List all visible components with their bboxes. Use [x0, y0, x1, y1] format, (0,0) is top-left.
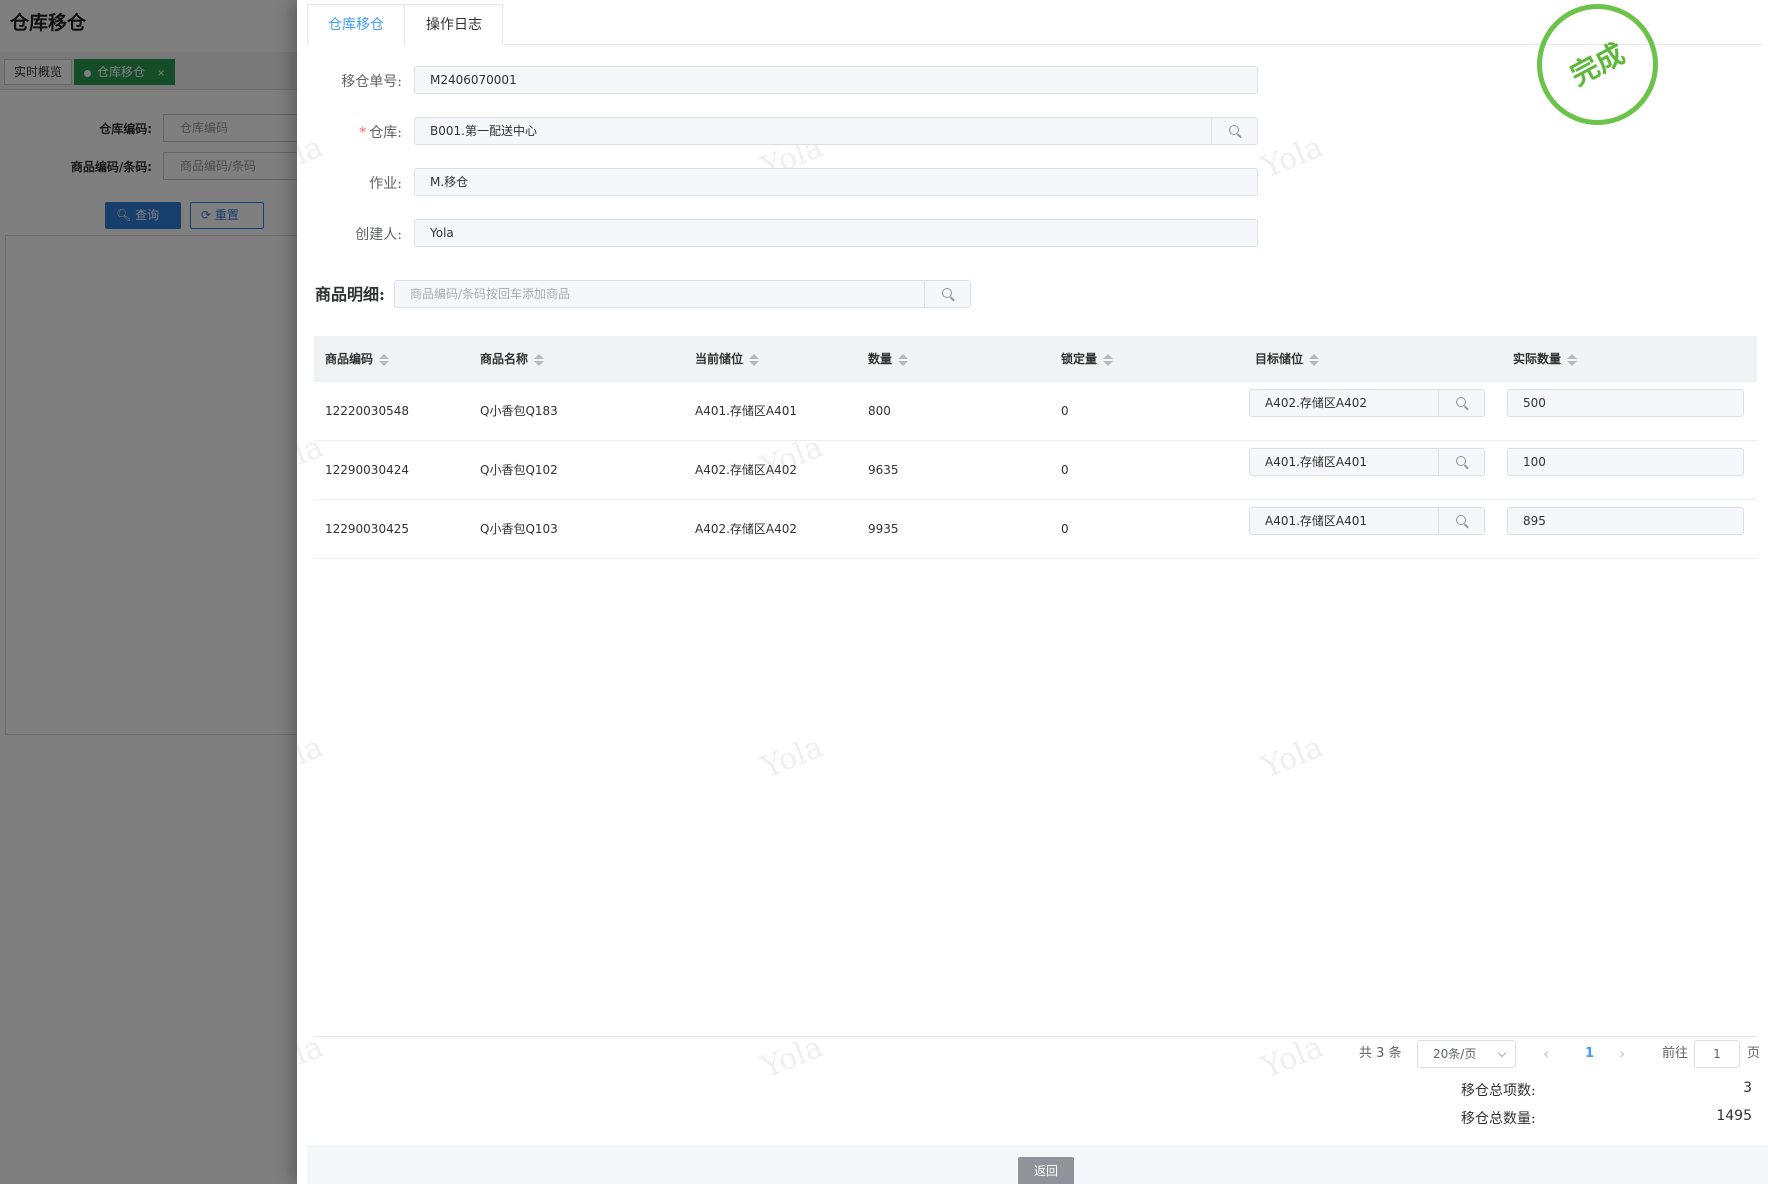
completed-stamp: 完成 [1537, 4, 1658, 125]
product-search-button[interactable] [924, 281, 970, 307]
cell-code: 12290030424 [325, 463, 409, 477]
transfer-detail-drawer: Yola Yola Yola Yola Yola Yola Yola Yola … [297, 0, 1768, 1184]
divider [314, 1036, 1757, 1037]
column-header[interactable]: 当前储位 [695, 336, 760, 382]
task-field[interactable]: M.移仓 [414, 168, 1258, 196]
cell-name: Q小香包Q103 [480, 522, 558, 536]
watermark: Yola [756, 729, 829, 786]
pagination-total: 共 3 条 [1359, 1046, 1402, 1061]
creator-label: 创建人: [355, 227, 402, 243]
cell-locked: 0 [1061, 463, 1069, 477]
total-items-value: 3 [1743, 1080, 1752, 1096]
warehouse-field[interactable]: B001.第一配送中心 [414, 117, 1258, 145]
table-row: 12220030548 Q小香包Q183 A401.存储区A401 800 0 … [314, 382, 1757, 441]
search-icon [1229, 125, 1239, 135]
sort-icon[interactable] [379, 353, 390, 366]
search-icon [942, 288, 952, 298]
search-icon [1456, 397, 1466, 407]
prev-page-button[interactable]: ‹ [1543, 1040, 1549, 1068]
target-location-search-button[interactable] [1438, 508, 1484, 534]
product-search-placeholder: 商品编码/条码按回车添加商品 [410, 287, 571, 301]
cell-code: 12290030425 [325, 522, 409, 536]
cell-current-location: A402.存储区A402 [695, 463, 798, 477]
sort-icon[interactable] [1309, 353, 1320, 366]
target-location-input[interactable]: A401.存储区A401 [1249, 448, 1485, 476]
footer-bar: 返回 [307, 1146, 1768, 1184]
sort-icon[interactable] [749, 353, 760, 366]
actual-qty-input[interactable]: 895 [1507, 507, 1744, 535]
search-icon [1456, 456, 1466, 466]
table-header: 商品编码 商品名称 当前储位 数量 锁定量 目标储位 实际数量 [314, 336, 1757, 382]
cell-name: Q小香包Q102 [480, 463, 558, 477]
cell-locked: 0 [1061, 404, 1069, 418]
product-search-input[interactable]: 商品编码/条码按回车添加商品 [394, 280, 971, 308]
table-row: 12290030425 Q小香包Q103 A402.存储区A402 9935 0… [314, 500, 1757, 559]
column-header[interactable]: 目标储位 [1255, 336, 1320, 382]
column-header[interactable]: 锁定量 [1061, 336, 1114, 382]
cell-qty: 800 [868, 404, 891, 418]
sort-icon[interactable] [1103, 353, 1114, 366]
back-button[interactable]: 返回 [1018, 1157, 1074, 1184]
column-header[interactable]: 商品名称 [480, 336, 545, 382]
warehouse-value: B001.第一配送中心 [430, 124, 537, 138]
page-number-current[interactable]: 1 [1585, 1040, 1594, 1068]
watermark: Yola [756, 1029, 829, 1086]
watermark: Yola [1256, 1029, 1329, 1086]
sort-icon[interactable] [898, 353, 909, 366]
sort-icon[interactable] [534, 353, 545, 366]
goto-page-input[interactable]: 1 [1694, 1040, 1740, 1068]
target-location-search-button[interactable] [1438, 449, 1484, 475]
cell-code: 12220030548 [325, 404, 409, 418]
tab-operation-log[interactable]: 操作日志 [406, 4, 503, 45]
watermark: Yola [297, 729, 329, 786]
table-row: 12290030424 Q小香包Q102 A402.存储区A402 9635 0… [314, 441, 1757, 500]
actual-qty-input[interactable]: 100 [1507, 448, 1744, 476]
product-detail-label: 商品明细: [315, 285, 385, 304]
column-header[interactable]: 商品编码 [325, 336, 390, 382]
required-marker: * [359, 125, 367, 141]
total-qty-label: 移仓总数量: [1461, 1111, 1536, 1127]
page-size-select[interactable]: 20条/页 [1417, 1040, 1516, 1068]
warehouse-search-button[interactable] [1211, 118, 1257, 144]
order-no-label: 移仓单号: [341, 74, 402, 90]
target-location-input[interactable]: A402.存储区A402 [1249, 389, 1485, 417]
column-header[interactable]: 实际数量 [1513, 336, 1578, 382]
watermark: Yola [1256, 129, 1329, 186]
product-table: 商品编码 商品名称 当前储位 数量 锁定量 目标储位 实际数量 12220030… [314, 336, 1757, 559]
total-qty-value: 1495 [1716, 1108, 1752, 1124]
watermark: Yola [297, 1029, 329, 1086]
creator-field[interactable]: Yola [414, 219, 1258, 247]
cell-qty: 9935 [868, 522, 899, 536]
cell-current-location: A401.存储区A401 [695, 404, 798, 418]
actual-qty-input[interactable]: 500 [1507, 389, 1744, 417]
cell-locked: 0 [1061, 522, 1069, 536]
order-no-field[interactable]: M2406070001 [414, 66, 1258, 94]
target-location-input[interactable]: A401.存储区A401 [1249, 507, 1485, 535]
warehouse-label: * 仓库: [359, 125, 402, 141]
tab-warehouse-transfer[interactable]: 仓库移仓 [307, 4, 405, 46]
task-label: 作业: [369, 176, 402, 192]
column-header[interactable]: 数量 [868, 336, 909, 382]
search-icon [1456, 515, 1466, 525]
watermark: Yola [1256, 729, 1329, 786]
cell-qty: 9635 [868, 463, 899, 477]
goto-label: 前往 [1662, 1046, 1689, 1061]
sort-icon[interactable] [1567, 353, 1578, 366]
target-location-search-button[interactable] [1438, 390, 1484, 416]
chevron-down-icon [1497, 1048, 1507, 1058]
cell-name: Q小香包Q183 [480, 404, 558, 418]
total-items-label: 移仓总项数: [1461, 1083, 1536, 1099]
cell-current-location: A402.存储区A402 [695, 522, 798, 536]
page-suffix: 页 [1747, 1046, 1761, 1061]
next-page-button[interactable]: › [1619, 1040, 1625, 1068]
